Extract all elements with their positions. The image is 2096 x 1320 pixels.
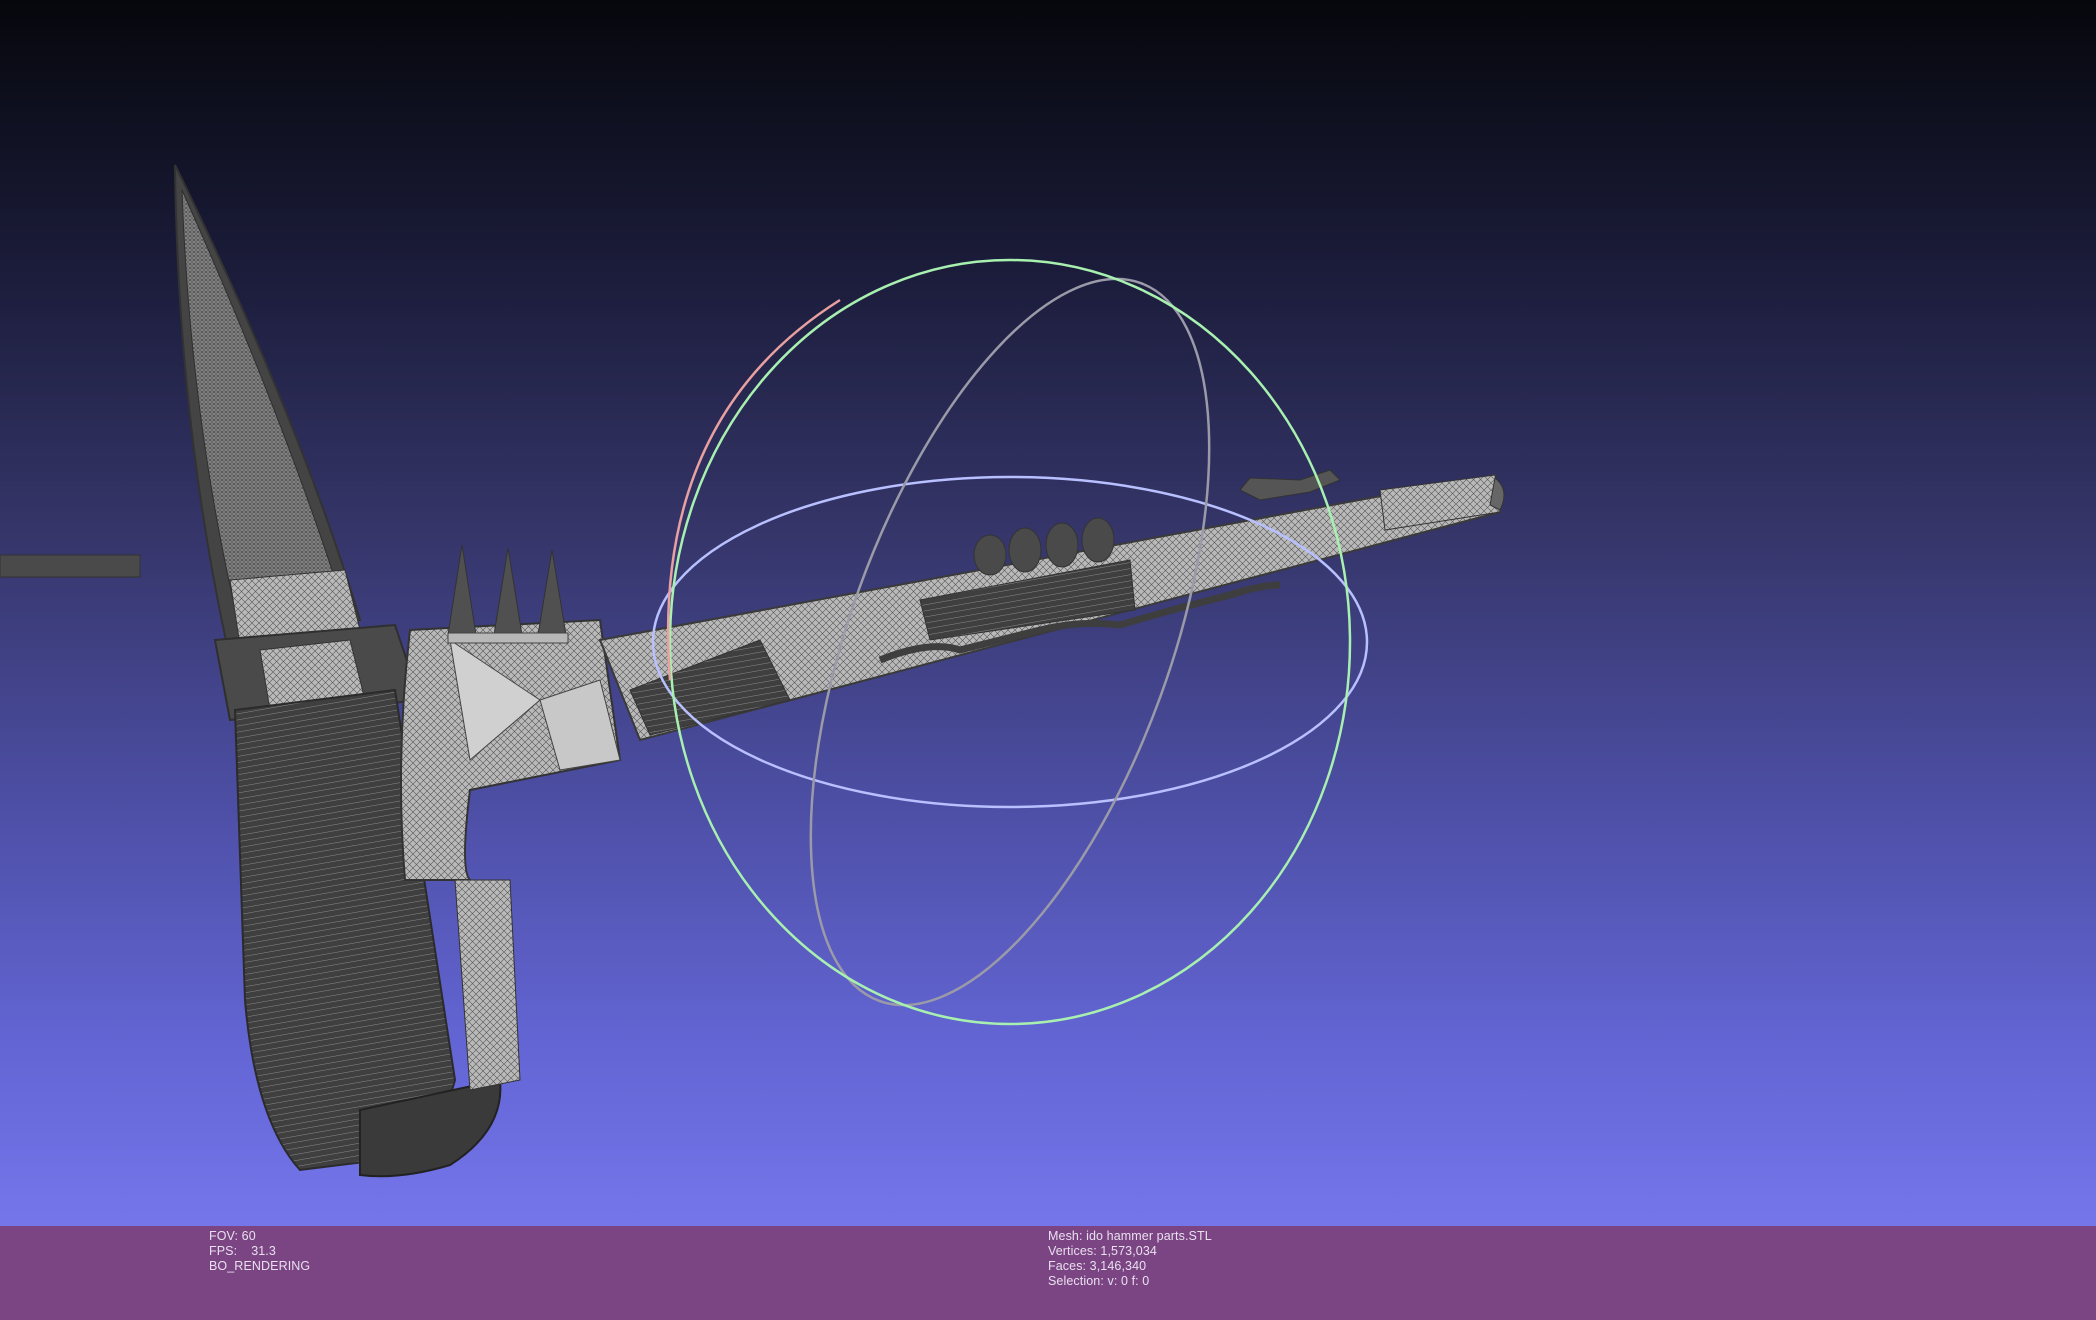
render-mode-readout: BO_RENDERING bbox=[209, 1259, 311, 1273]
mesh-model[interactable] bbox=[0, 164, 1505, 1178]
fps-value: 31.3 bbox=[251, 1244, 276, 1258]
mesh-cones bbox=[447, 544, 569, 644]
fov-readout: FOV: 60 bbox=[209, 1229, 256, 1243]
render-info-panel: FOV: 60 FPS: 31.3 BO_RENDERING bbox=[209, 1229, 310, 1274]
mesh-info-panel: Mesh: ido hammer parts.STL Vertices: 1,5… bbox=[1048, 1229, 1212, 1289]
meshlab-window: FOV: 60 FPS: 31.3 BO_RENDERING Mesh: ido … bbox=[0, 0, 2096, 1320]
mesh-name-readout: Mesh: ido hammer parts.STL bbox=[1048, 1229, 1212, 1243]
fps-label: FPS: bbox=[209, 1244, 238, 1258]
status-bar: FOV: 60 FPS: 31.3 BO_RENDERING Mesh: ido … bbox=[0, 1226, 2096, 1320]
vertex-count-readout: Vertices: 1,573,034 bbox=[1048, 1244, 1157, 1258]
selection-readout: Selection: v: 0 f: 0 bbox=[1048, 1274, 1150, 1288]
mesh-head bbox=[213, 618, 622, 1178]
3d-viewport[interactable] bbox=[0, 0, 2096, 1226]
fps-readout: FPS: 31.3 bbox=[209, 1244, 310, 1259]
face-count-readout: Faces: 3,146,340 bbox=[1048, 1259, 1147, 1273]
scene-canvas[interactable] bbox=[0, 0, 2096, 1226]
mesh-spike bbox=[174, 164, 362, 652]
